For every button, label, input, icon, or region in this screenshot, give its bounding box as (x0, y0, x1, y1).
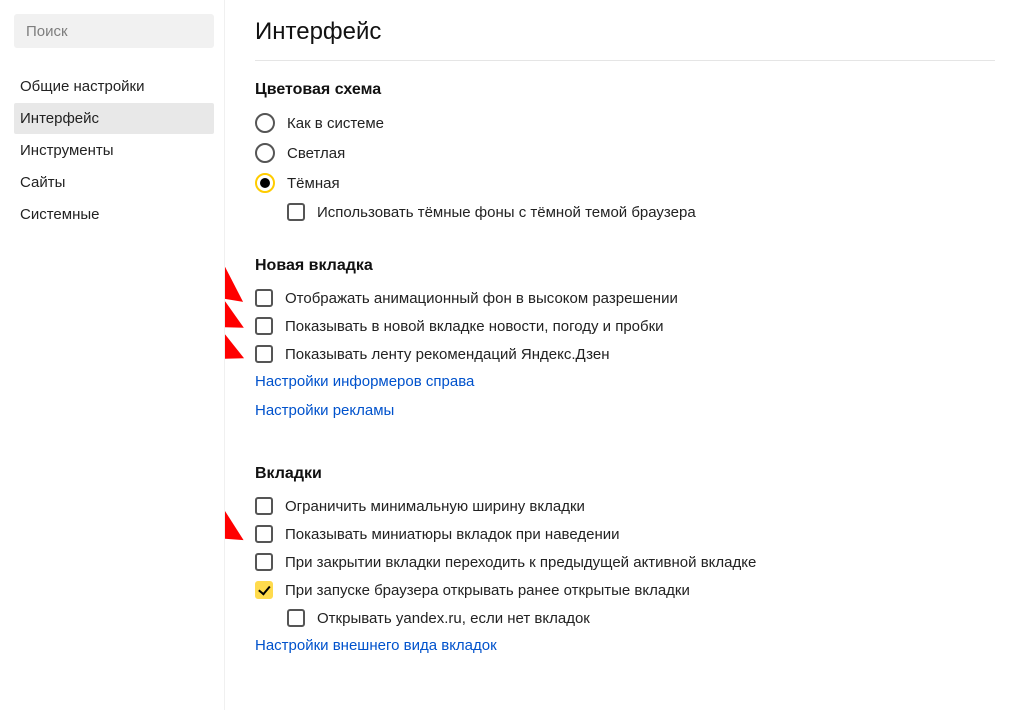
annotation-arrow-icon (225, 256, 245, 306)
section-title-tabs: Вкладки (255, 465, 1025, 483)
search-input[interactable] (14, 14, 214, 48)
checkbox-icon[interactable] (287, 609, 305, 627)
checkbox-row-thumbnails[interactable]: Показывать миниатюры вкладок при наведен… (255, 525, 1025, 543)
checkbox-icon[interactable] (287, 203, 305, 221)
checkbox-label: Отображать анимационный фон в высоком ра… (285, 290, 678, 307)
radio-icon[interactable] (255, 113, 275, 133)
link-informers-settings[interactable]: Настройки информеров справа (255, 373, 474, 390)
checkbox-label: При запуске браузера открывать ранее отк… (285, 582, 690, 599)
checkbox-icon[interactable] (255, 317, 273, 335)
settings-main: Интерфейс Цветовая схема Как в системе С… (225, 0, 1025, 710)
radio-icon[interactable] (255, 173, 275, 193)
checkbox-row-open-previous[interactable]: При запуске браузера открывать ранее отк… (255, 581, 1025, 599)
radio-label: Как в системе (287, 115, 384, 132)
checkbox-label: Показывать в новой вкладке новости, пого… (285, 318, 664, 335)
link-ads-settings[interactable]: Настройки рекламы (255, 402, 394, 419)
checkbox-row-prev-active[interactable]: При закрытии вкладки переходить к предыд… (255, 553, 1025, 571)
settings-sidebar: Общие настройки Интерфейс Инструменты Са… (0, 0, 225, 710)
annotation-arrow-icon (225, 293, 245, 333)
checkbox-label: Ограничить минимальную ширину вкладки (285, 498, 585, 515)
link-tabs-appearance[interactable]: Настройки внешнего вида вкладок (255, 637, 497, 654)
radio-label: Тёмная (287, 175, 340, 192)
sidebar-item-general[interactable]: Общие настройки (14, 71, 214, 102)
annotation-arrow-icon (225, 490, 245, 545)
divider (255, 60, 995, 61)
radio-row-light[interactable]: Светлая (255, 143, 1025, 163)
checkbox-row-min-width[interactable]: Ограничить минимальную ширину вкладки (255, 497, 1025, 515)
section-title-new-tab: Новая вкладка (255, 257, 1025, 275)
checkbox-row-open-yandex[interactable]: Открывать yandex.ru, если нет вкладок (287, 609, 1025, 627)
checkbox-icon[interactable] (255, 525, 273, 543)
checkbox-label: При закрытии вкладки переходить к предыд… (285, 554, 756, 571)
section-new-tab: Новая вкладка Отображать анимационный фо… (255, 257, 1025, 429)
sidebar-item-sites[interactable]: Сайты (14, 167, 214, 198)
checkbox-icon[interactable] (255, 497, 273, 515)
page-title: Интерфейс (255, 18, 1025, 46)
section-tabs: Вкладки Ограничить минимальную ширину вк… (255, 465, 1025, 664)
radio-row-system[interactable]: Как в системе (255, 113, 1025, 133)
section-title-color-scheme: Цветовая схема (255, 81, 1025, 99)
checkbox-label: Открывать yandex.ru, если нет вкладок (317, 610, 590, 627)
sidebar-item-interface[interactable]: Интерфейс (14, 103, 214, 134)
checkbox-label: Использовать тёмные фоны с тёмной темой … (317, 204, 696, 221)
section-color-scheme: Цветовая схема Как в системе Светлая Тём… (255, 81, 1025, 221)
radio-label: Светлая (287, 145, 345, 162)
sidebar-item-tools[interactable]: Инструменты (14, 135, 214, 166)
sidebar-item-system[interactable]: Системные (14, 199, 214, 230)
annotation-arrow-icon (225, 326, 245, 364)
checkbox-row-dark-backgrounds[interactable]: Использовать тёмные фоны с тёмной темой … (287, 203, 1025, 221)
checkbox-row-show-zen[interactable]: Показывать ленту рекомендаций Яндекс.Дзе… (255, 345, 1025, 363)
radio-icon[interactable] (255, 143, 275, 163)
checkbox-icon[interactable] (255, 345, 273, 363)
checkbox-icon[interactable] (255, 581, 273, 599)
checkbox-label: Показывать ленту рекомендаций Яндекс.Дзе… (285, 346, 610, 363)
radio-row-dark[interactable]: Тёмная (255, 173, 1025, 193)
checkbox-icon[interactable] (255, 289, 273, 307)
checkbox-row-show-news[interactable]: Показывать в новой вкладке новости, пого… (255, 317, 1025, 335)
checkbox-row-anim-bg[interactable]: Отображать анимационный фон в высоком ра… (255, 289, 1025, 307)
checkbox-label: Показывать миниатюры вкладок при наведен… (285, 526, 620, 543)
checkbox-icon[interactable] (255, 553, 273, 571)
